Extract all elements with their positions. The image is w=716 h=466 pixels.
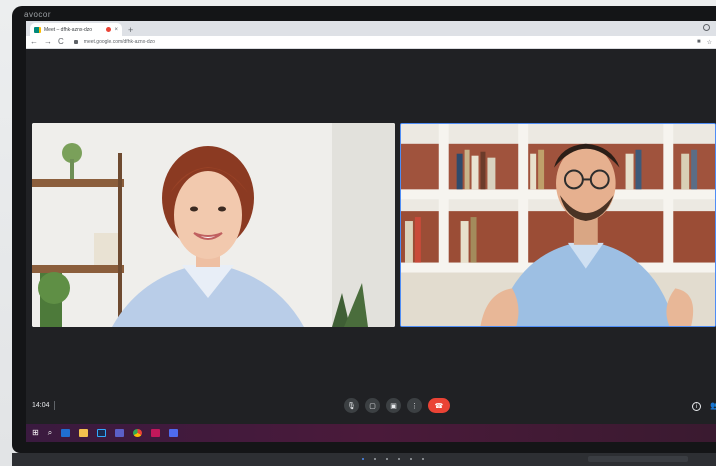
participant-tile-man-active[interactable] [400,123,716,327]
chrome-icon[interactable] [133,429,143,437]
search-icon[interactable]: ⌕ [48,429,52,437]
reload-button[interactable]: C [58,38,64,46]
browser-tabstrip: Meet – dfhk-aznx-dzo × + [26,21,716,36]
indicator-dot-icon [398,458,400,460]
file-explorer-icon[interactable] [79,429,89,437]
teams-alt-icon[interactable] [169,429,179,437]
screen: Meet – dfhk-aznx-dzo × + ← → C meet.goog… [26,21,716,442]
woman-video-feed [32,123,395,327]
indicator-dot-icon [374,458,376,460]
meeting-info-button[interactable]: i [692,402,701,411]
present-screen-button[interactable]: ▣ [386,398,401,413]
man-video-feed [401,124,715,326]
start-menu-icon[interactable]: ⊞ [32,429,39,437]
monitor-stand [588,456,688,462]
red-app-icon[interactable] [151,429,161,437]
more-options-button[interactable]: ⋮ [407,398,422,413]
outlook-icon[interactable] [61,429,71,437]
call-controls: 🎙 ▢ ▣ ⋮ ☎ [344,398,450,413]
clock-divider [54,401,55,410]
os-taskbar: ⊞ ⌕ [26,424,716,442]
meeting-clock: 14:04 [32,402,50,409]
monitor-indicator-lights [362,458,424,460]
recording-indicator-icon [106,27,112,32]
window-control-icon[interactable] [703,24,710,31]
teams-icon[interactable] [115,429,125,437]
tab-close-button[interactable]: × [114,27,118,33]
back-button[interactable]: ← [30,38,38,46]
address-bar[interactable]: meet.google.com/dfhk-aznx-dzo [84,39,691,45]
browser-tab-meet[interactable]: Meet – dfhk-aznx-dzo × [30,23,122,36]
monitor-brand: avocor [24,10,52,19]
indicator-dot-icon [422,458,424,460]
photoshop-icon[interactable] [97,429,107,437]
indicator-dot-icon [386,458,388,460]
participant-tile-woman[interactable] [32,123,395,327]
forward-button[interactable]: → [44,38,52,46]
camera-toggle-button[interactable]: ▢ [365,398,380,413]
tab-title: Meet – dfhk-aznx-dzo [44,26,93,33]
end-call-button[interactable]: ☎ [428,398,450,413]
camera-permission-icon[interactable]: ■ [697,39,701,45]
people-icon[interactable]: 👥 [710,401,716,410]
new-tab-button[interactable]: + [128,26,133,35]
browser-toolbar: ← → C meet.google.com/dfhk-aznx-dzo ■ ☆ [26,36,716,49]
mic-toggle-button[interactable]: 🎙 [344,398,359,413]
meet-favicon-icon [34,26,41,33]
lock-icon[interactable] [73,40,78,44]
power-light-icon [362,458,364,460]
bookmark-star-icon[interactable]: ☆ [707,39,712,46]
indicator-dot-icon [410,458,412,460]
